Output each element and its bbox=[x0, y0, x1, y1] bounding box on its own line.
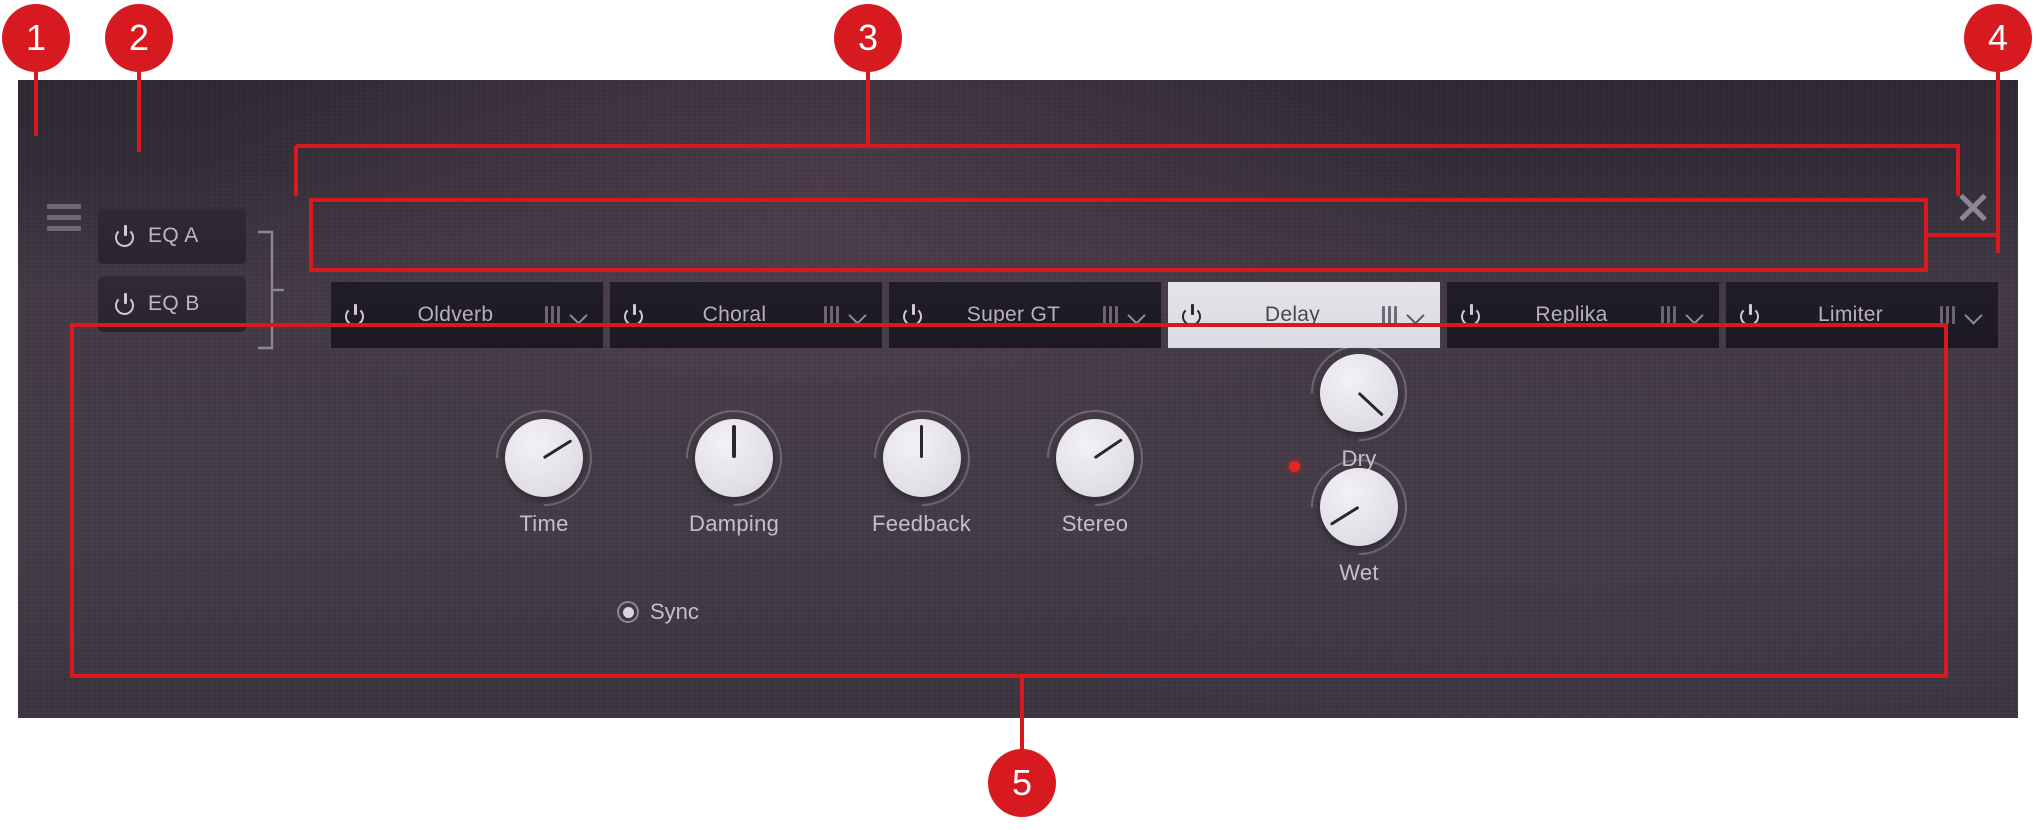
badge-number: 2 bbox=[128, 17, 150, 58]
annotation-badge-1: 1 bbox=[2, 4, 70, 72]
annotation-badge-3: 3 bbox=[834, 4, 902, 72]
badge-layer: 1 2 3 4 5 bbox=[0, 0, 2036, 830]
annotation-badge-4: 4 bbox=[1964, 4, 2032, 72]
badge-number: 1 bbox=[25, 17, 47, 58]
badge-number: 3 bbox=[857, 17, 879, 58]
badge-number: 5 bbox=[1011, 762, 1033, 803]
annotation-badge-5: 5 bbox=[988, 749, 1056, 817]
badge-number: 4 bbox=[1987, 17, 2009, 58]
annotation-badge-2: 2 bbox=[105, 4, 173, 72]
